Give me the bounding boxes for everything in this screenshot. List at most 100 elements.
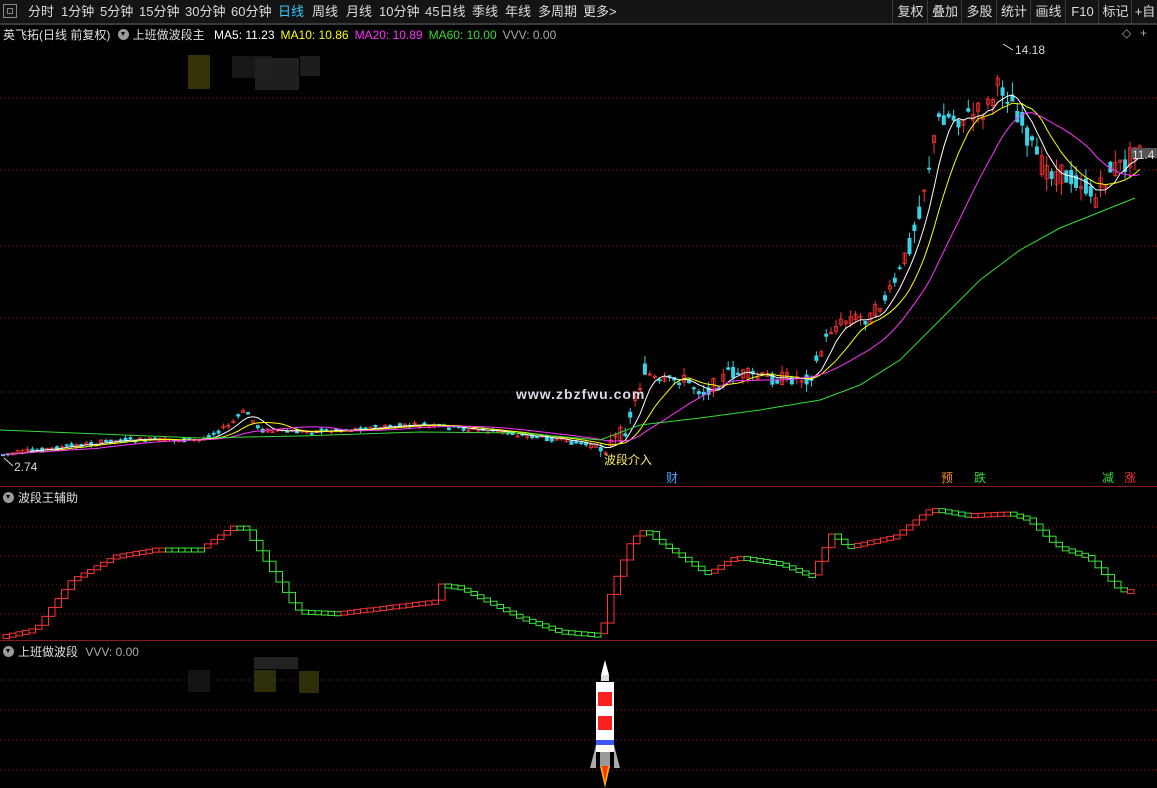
candle-body <box>1034 146 1039 155</box>
wave-step <box>594 632 602 638</box>
candle-body <box>216 430 221 434</box>
wave-step <box>555 627 563 633</box>
period-tab[interactable]: 30分钟 <box>185 0 225 24</box>
wave-step <box>1003 511 1011 517</box>
tool-button[interactable]: 叠加 <box>927 0 962 24</box>
candle-body <box>1049 171 1054 179</box>
candle-body <box>461 427 466 431</box>
candle-body <box>245 412 250 415</box>
wave-step <box>737 556 745 562</box>
wave-step <box>1081 552 1089 558</box>
wave-step <box>834 533 842 540</box>
wave-step <box>652 531 660 540</box>
candle-body <box>657 379 662 382</box>
period-tab[interactable]: 周线 <box>312 0 338 24</box>
wave-step <box>1127 589 1135 595</box>
candle-body <box>1069 170 1074 185</box>
low-price-label: 2.74 <box>14 460 38 474</box>
period-tab[interactable]: 多周期 <box>538 0 577 24</box>
wave-step <box>87 568 95 574</box>
wave-step <box>945 509 953 515</box>
tool-button[interactable]: 统计 <box>996 0 1031 24</box>
more-arrow-icon[interactable]: > <box>609 0 617 24</box>
wave-indicator-chart[interactable] <box>0 487 1157 640</box>
rocket-indicator-chart[interactable] <box>0 641 1157 788</box>
wave-step <box>1029 517 1037 525</box>
wave-step <box>860 541 868 547</box>
tool-button[interactable]: 标记 <box>1098 0 1132 24</box>
candlestick-chart[interactable] <box>0 24 1157 486</box>
period-tab[interactable]: 日线 <box>278 0 304 24</box>
period-tab[interactable]: 月线 <box>346 0 372 24</box>
candle-body <box>1000 87 1005 96</box>
wave-step <box>789 565 797 571</box>
wave-step <box>685 556 693 563</box>
tool-button[interactable]: 画线 <box>1030 0 1066 24</box>
event-badge[interactable]: 财 <box>665 471 679 485</box>
blurred-block <box>300 56 320 76</box>
period-tab[interactable]: 15分钟 <box>139 0 179 24</box>
candle-body <box>84 442 89 445</box>
event-badge[interactable]: 预 <box>940 471 954 485</box>
period-tab[interactable]: 10分钟 <box>379 0 419 24</box>
wave-step <box>360 608 368 614</box>
period-tab[interactable]: 分时 <box>28 0 54 24</box>
candle-body <box>373 425 378 428</box>
wave-step <box>171 547 179 553</box>
wave-step <box>2 634 10 640</box>
wave-step <box>48 606 56 617</box>
wave-step <box>880 537 888 543</box>
wave-step <box>600 622 608 635</box>
tool-button[interactable]: 复权 <box>892 0 928 24</box>
candle-body <box>691 387 696 390</box>
wave-step <box>412 602 420 608</box>
wave-step <box>301 609 309 615</box>
high-price-label: 14.18 <box>1015 43 1046 57</box>
candle-body <box>324 428 329 431</box>
wave-step <box>867 540 875 546</box>
wave-step <box>249 529 257 541</box>
event-badge[interactable]: 减 <box>1101 471 1115 485</box>
period-tab[interactable]: 1分钟 <box>61 0 94 24</box>
wave-step <box>28 628 36 634</box>
candle-body <box>677 382 682 386</box>
wave-step <box>15 631 23 637</box>
candle-body <box>946 113 951 118</box>
period-tab[interactable]: 年线 <box>505 0 531 24</box>
wave-step <box>503 607 511 613</box>
candle-body <box>736 372 741 375</box>
wave-step <box>1088 555 1096 562</box>
candle-body <box>1025 127 1030 146</box>
period-tab[interactable]: 60分钟 <box>231 0 271 24</box>
event-badge[interactable]: 跌 <box>973 471 987 485</box>
wave-step <box>730 557 738 562</box>
high-pointer <box>1002 43 1014 51</box>
event-badge[interactable]: 涨 <box>1123 471 1137 485</box>
wave-step <box>1055 541 1063 548</box>
wave-step <box>886 535 894 541</box>
window-menu-icon[interactable] <box>3 4 17 18</box>
candle-body <box>814 355 819 361</box>
candle-body <box>30 448 35 452</box>
wave-step <box>776 560 784 566</box>
blurred-block <box>254 657 298 669</box>
candle-body <box>804 374 809 385</box>
wave-step <box>691 561 699 567</box>
wave-step <box>1120 587 1128 593</box>
tool-button[interactable]: F10 <box>1065 0 1099 24</box>
candle-body <box>1064 170 1069 183</box>
ma-line <box>2 102 1141 456</box>
period-tab[interactable]: 季线 <box>472 0 498 24</box>
wave-step <box>191 547 199 553</box>
wave-step <box>106 558 114 564</box>
period-tab[interactable]: 5分钟 <box>100 0 133 24</box>
wave-step <box>581 631 589 637</box>
wave-step <box>178 547 186 553</box>
wave-step <box>529 618 537 624</box>
period-tab[interactable]: 45日线 <box>425 0 465 24</box>
period-tab[interactable]: 更多 <box>583 0 609 24</box>
candle-body <box>64 444 69 447</box>
candle-body <box>1030 136 1035 141</box>
tool-button[interactable]: 多股 <box>961 0 997 24</box>
tool-button[interactable]: +自 <box>1131 0 1157 24</box>
